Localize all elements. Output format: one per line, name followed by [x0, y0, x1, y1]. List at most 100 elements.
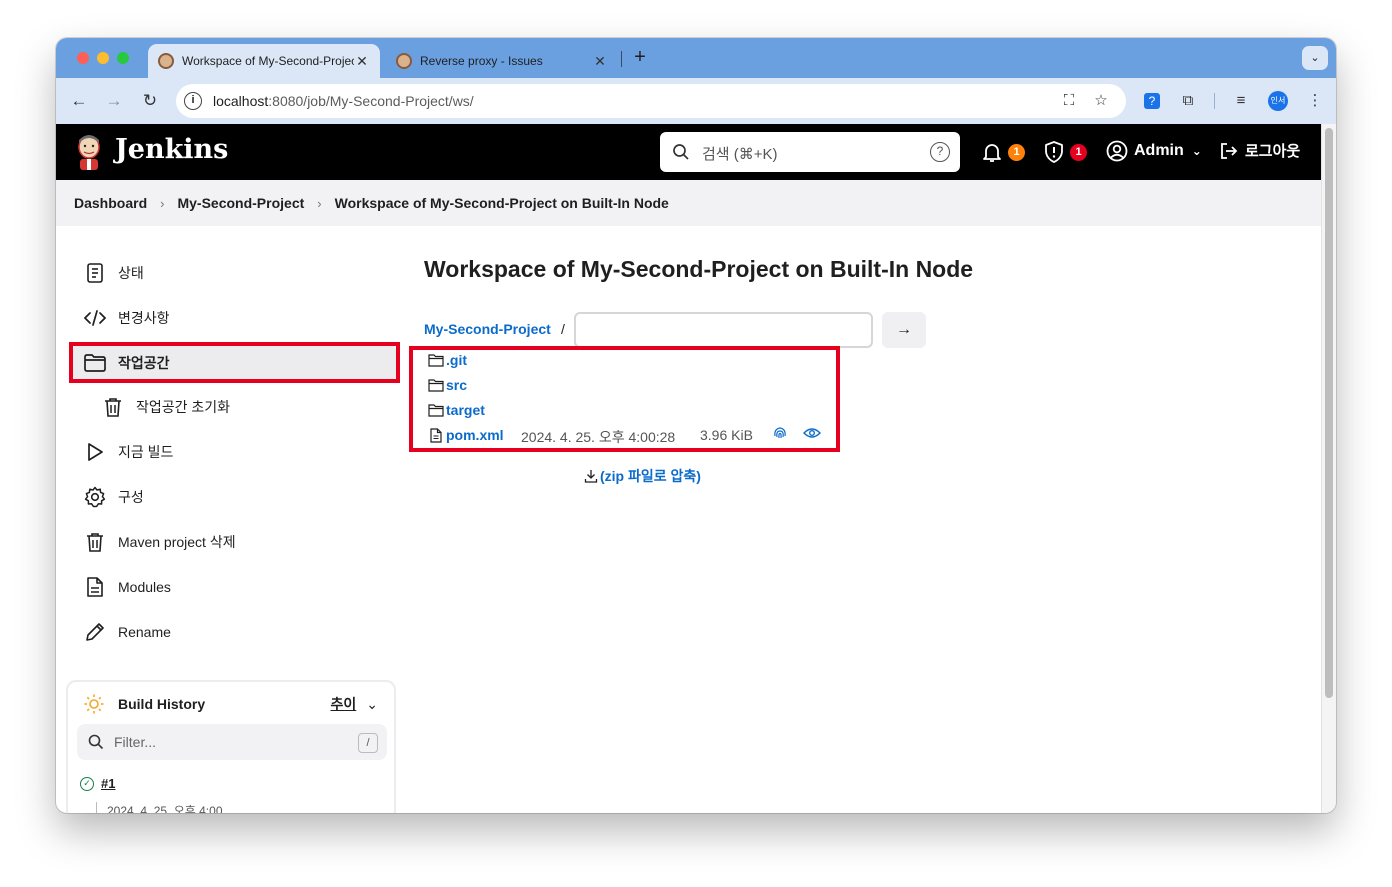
user-avatar-icon — [1106, 140, 1128, 162]
sidebar-item-label: Rename — [118, 624, 171, 640]
trend-link[interactable]: 추이 ⌄ — [331, 694, 379, 714]
sidebar-item-label: 상태 — [118, 265, 144, 281]
sidebar-item-label: 변경사항 — [118, 310, 170, 326]
logout-label[interactable]: 로그아웃 — [1245, 140, 1300, 161]
play-icon — [84, 441, 106, 463]
bookmark-star-icon[interactable]: ☆ — [1092, 92, 1110, 110]
search-box[interactable]: 검색 (⌘+K) ? — [660, 132, 960, 172]
jenkins-butler-logo-icon[interactable] — [74, 134, 104, 170]
tab-title: Reverse proxy - Issues — [420, 54, 543, 68]
chevron-down-icon[interactable]: ⌄ — [366, 696, 378, 713]
download-icon — [584, 470, 598, 483]
sidebar-item-modules[interactable]: Modules — [84, 576, 171, 598]
search-help-icon[interactable]: ? — [930, 142, 950, 162]
logout-link[interactable]: 로그아웃 — [1219, 140, 1300, 161]
path-separator: / — [561, 321, 565, 337]
breadcrumb-workspace[interactable]: Workspace of My-Second-Project on Built-… — [335, 195, 669, 211]
zip-label[interactable]: (zip 파일로 압축) — [600, 466, 701, 486]
search-icon — [88, 734, 104, 750]
extension-help-icon[interactable]: ? — [1144, 93, 1160, 109]
document-icon — [84, 576, 106, 598]
vertical-scrollbar[interactable] — [1321, 124, 1336, 813]
sidebar-item-delete-project[interactable]: Maven project 삭제 — [84, 531, 236, 553]
breadcrumb-dashboard[interactable]: Dashboard — [74, 195, 147, 211]
trash-icon — [84, 531, 106, 553]
breadcrumb-project[interactable]: My-Second-Project — [177, 195, 304, 211]
sidebar-item-build-now[interactable]: 지금 빌드 — [84, 441, 173, 463]
code-icon — [84, 307, 106, 329]
sidebar-item-label: Modules — [118, 579, 171, 595]
build-history-title: Build History — [118, 696, 206, 712]
site-info-icon[interactable]: i — [184, 92, 202, 110]
browser-toolbar: ← → ↻ i localhost:8080/job/My-Second-Pro… — [56, 78, 1336, 124]
bell-icon[interactable] — [980, 140, 1004, 164]
filter-placeholder: Filter... — [114, 734, 157, 750]
filter-shortcut-key: / — [358, 733, 378, 753]
chevron-right-icon: › — [317, 195, 322, 211]
trend-label[interactable]: 추이 — [331, 694, 357, 714]
url-text[interactable]: localhost:8080/job/My-Second-Project/ws/ — [213, 93, 474, 109]
workspace-root-link[interactable]: My-Second-Project — [424, 321, 551, 337]
tab-close-icon[interactable]: ✕ — [354, 53, 370, 70]
shield-icon[interactable] — [1042, 140, 1066, 164]
page-title: Workspace of My-Second-Project on Built-… — [424, 256, 974, 282]
toolbar-divider — [1214, 93, 1215, 109]
browser-menu-icon[interactable]: ⋮ — [1304, 90, 1326, 112]
chevron-down-icon[interactable]: ⌄ — [1192, 144, 1202, 158]
jenkins-title[interactable]: Jenkins — [115, 134, 228, 165]
jenkins-header: Jenkins 검색 (⌘+K) ? 1 1 Admin ⌄ 로그아웃 — [56, 124, 1321, 180]
sidebar-item-wipe-workspace[interactable]: 작업공간 초기화 — [102, 396, 230, 418]
minimize-window-button[interactable] — [97, 52, 109, 64]
user-menu[interactable]: Admin ⌄ — [1106, 140, 1202, 162]
maximize-window-button[interactable] — [117, 52, 129, 64]
tab-reverse-proxy[interactable]: Reverse proxy - Issues ✕ — [386, 44, 618, 78]
sidebar-item-label: 구성 — [118, 489, 144, 505]
tab-close-icon[interactable]: ✕ — [592, 53, 608, 70]
sidebar-item-status[interactable]: 상태 — [84, 262, 144, 284]
user-name[interactable]: Admin — [1134, 142, 1184, 160]
tab-search-chevron-icon[interactable]: ⌄ — [1302, 46, 1328, 70]
translate-icon[interactable]: ⛶ — [1060, 92, 1078, 110]
sidebar-item-configure[interactable]: 구성 — [84, 486, 144, 508]
close-window-button[interactable] — [77, 52, 89, 64]
reload-icon[interactable]: ↻ — [139, 90, 161, 112]
search-placeholder: 검색 (⌘+K) — [702, 146, 778, 163]
reading-list-icon[interactable]: ≡ — [1230, 90, 1252, 112]
pencil-icon — [84, 621, 106, 643]
build-history-header: Build History — [84, 694, 205, 714]
path-input[interactable] — [574, 312, 873, 348]
tab-workspace[interactable]: Workspace of My-Second-Project ✕ — [148, 44, 380, 78]
security-badge[interactable]: 1 — [1070, 144, 1087, 161]
build-date: 2024. 4. 25. 오후 4:00 — [96, 802, 223, 813]
build-number-link[interactable]: #1 — [101, 776, 115, 791]
address-bar[interactable]: i localhost:8080/job/My-Second-Project/w… — [176, 84, 1126, 118]
sidebar-item-rename[interactable]: Rename — [84, 621, 171, 643]
gear-icon — [84, 486, 106, 508]
breadcrumb: Dashboard › My-Second-Project › Workspac… — [56, 180, 1321, 226]
logout-icon — [1221, 142, 1238, 159]
zip-download-link[interactable]: (zip 파일로 압축) — [584, 466, 701, 486]
sidebar-item-label: 작업공간 초기화 — [136, 399, 231, 415]
notifications-badge[interactable]: 1 — [1008, 144, 1025, 161]
forward-arrow-icon[interactable]: → — [103, 90, 125, 112]
build-history-panel: Build History 추이 ⌄ Filter... / ✓ #1 2024… — [66, 680, 396, 813]
sidebar-item-changes[interactable]: 변경사항 — [84, 307, 170, 329]
trash-icon — [102, 396, 124, 418]
build-filter-input[interactable]: Filter... / — [77, 724, 387, 760]
new-tab-button[interactable]: + — [628, 46, 652, 70]
sun-weather-icon — [84, 694, 104, 714]
chevron-right-icon: › — [160, 195, 165, 211]
build-row[interactable]: ✓ #1 — [80, 776, 115, 791]
profile-avatar[interactable]: 인서 — [1268, 91, 1288, 111]
success-check-icon: ✓ — [80, 776, 94, 791]
jenkins-favicon-icon — [396, 53, 412, 69]
extensions-puzzle-icon[interactable]: ⧉ — [1177, 90, 1199, 112]
jenkins-favicon-icon — [158, 53, 174, 69]
tab-strip: Workspace of My-Second-Project ✕ Reverse… — [56, 38, 1336, 78]
search-icon — [673, 144, 689, 160]
go-arrow-button[interactable]: → — [882, 312, 926, 348]
scrollbar-thumb[interactable] — [1325, 128, 1333, 698]
sidebar-item-label: 지금 빌드 — [118, 444, 174, 460]
sidebar-item-label: Maven project 삭제 — [118, 534, 236, 550]
back-arrow-icon[interactable]: ← — [68, 90, 90, 112]
